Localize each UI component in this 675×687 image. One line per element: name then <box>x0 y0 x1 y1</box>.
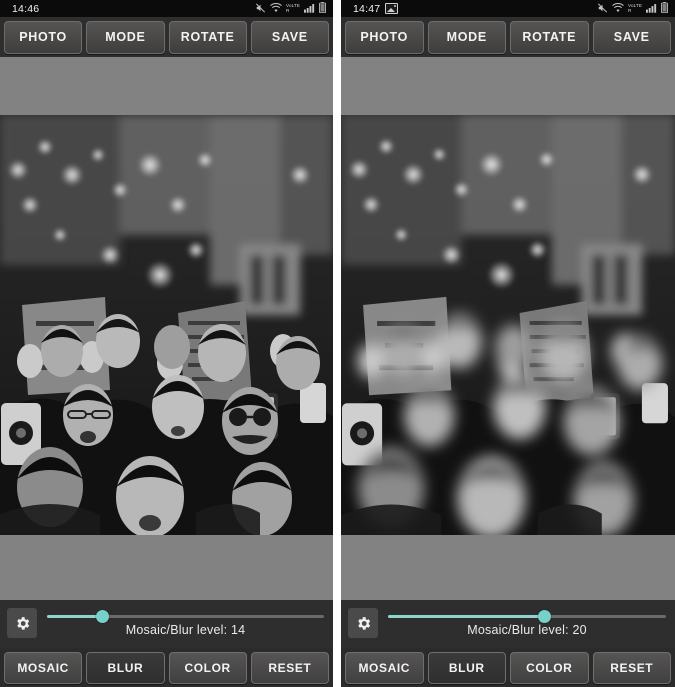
battery-icon <box>319 0 326 18</box>
reset-button[interactable]: RESET <box>250 651 329 684</box>
battery-icon <box>661 0 668 18</box>
top-toolbar: PHOTO MODE ROTATE SAVE <box>341 17 675 57</box>
phone-screen-before: 14:46 VoLTE R PHOTO MODE ROTATE SAVE Mos… <box>0 0 333 687</box>
image-canvas[interactable] <box>341 57 675 600</box>
mosaic-button[interactable]: MOSAIC <box>4 651 83 684</box>
status-bar-left: 14:47 <box>353 2 399 15</box>
level-slider-row: Mosaic/Blur level: 20 <box>341 600 675 648</box>
save-button[interactable]: SAVE <box>250 20 329 54</box>
status-bar: 14:46 VoLTE R <box>0 0 333 17</box>
level-slider-fill <box>47 615 103 618</box>
color-button[interactable]: COLOR <box>510 651 589 684</box>
photo-button[interactable]: PHOTO <box>345 20 424 54</box>
top-toolbar: PHOTO MODE ROTATE SAVE <box>0 17 333 57</box>
status-bar: 14:47 VoLTE R <box>341 0 675 17</box>
reset-button[interactable]: RESET <box>592 651 671 684</box>
wifi-icon <box>270 0 282 18</box>
mosaic-button[interactable]: MOSAIC <box>345 651 424 684</box>
level-slider-track[interactable] <box>47 610 324 623</box>
level-slider-track[interactable] <box>388 610 666 623</box>
level-label: Mosaic/Blur level: 14 <box>125 623 246 637</box>
level-slider-thumb[interactable] <box>96 610 110 623</box>
volte-icon: VoLTE R <box>286 3 300 13</box>
status-bar-right: VoLTE R <box>255 0 326 18</box>
image-canvas[interactable] <box>0 57 333 600</box>
mute-icon <box>255 0 266 18</box>
photo-crowd-original[interactable] <box>0 115 333 535</box>
volte-label-bottom: R <box>628 7 632 13</box>
level-slider-thumb[interactable] <box>537 610 551 623</box>
wifi-icon <box>612 0 624 18</box>
settings-gear-icon[interactable] <box>348 608 378 638</box>
volte-icon: VoLTE R <box>628 3 642 13</box>
status-clock: 14:46 <box>12 2 40 15</box>
phone-screen-after: 14:47 VoLTE R PHOTO MODE ROTATE SAVE Mos… <box>341 0 675 687</box>
photo-button[interactable]: PHOTO <box>4 20 83 54</box>
photo-crowd-blurred[interactable] <box>341 115 675 535</box>
status-clock: 14:47 <box>353 2 381 15</box>
bottom-toolbar: MOSAIC BLUR COLOR RESET <box>0 648 333 687</box>
level-slider-row: Mosaic/Blur level: 14 <box>0 600 333 648</box>
gallery-icon <box>385 3 399 14</box>
bottom-toolbar: MOSAIC BLUR COLOR RESET <box>341 648 675 687</box>
level-label: Mosaic/Blur level: 20 <box>467 623 587 637</box>
level-slider-fill <box>388 615 544 618</box>
mode-button[interactable]: MODE <box>86 20 165 54</box>
mute-icon <box>597 0 608 18</box>
status-bar-right: VoLTE R <box>597 0 668 18</box>
mode-button[interactable]: MODE <box>427 20 506 54</box>
panel-divider <box>333 0 341 687</box>
blur-button[interactable]: BLUR <box>427 651 506 684</box>
signal-icon <box>304 0 315 18</box>
settings-gear-icon[interactable] <box>7 608 37 638</box>
rotate-button[interactable]: ROTATE <box>510 20 589 54</box>
blur-button[interactable]: BLUR <box>86 651 165 684</box>
rotate-button[interactable]: ROTATE <box>168 20 247 54</box>
save-button[interactable]: SAVE <box>592 20 671 54</box>
color-button[interactable]: COLOR <box>168 651 247 684</box>
comparison-screenshots: 14:46 VoLTE R PHOTO MODE ROTATE SAVE Mos… <box>0 0 675 687</box>
status-bar-left: 14:46 <box>12 3 39 15</box>
signal-icon <box>646 0 657 18</box>
volte-label-bottom: R <box>286 7 290 13</box>
